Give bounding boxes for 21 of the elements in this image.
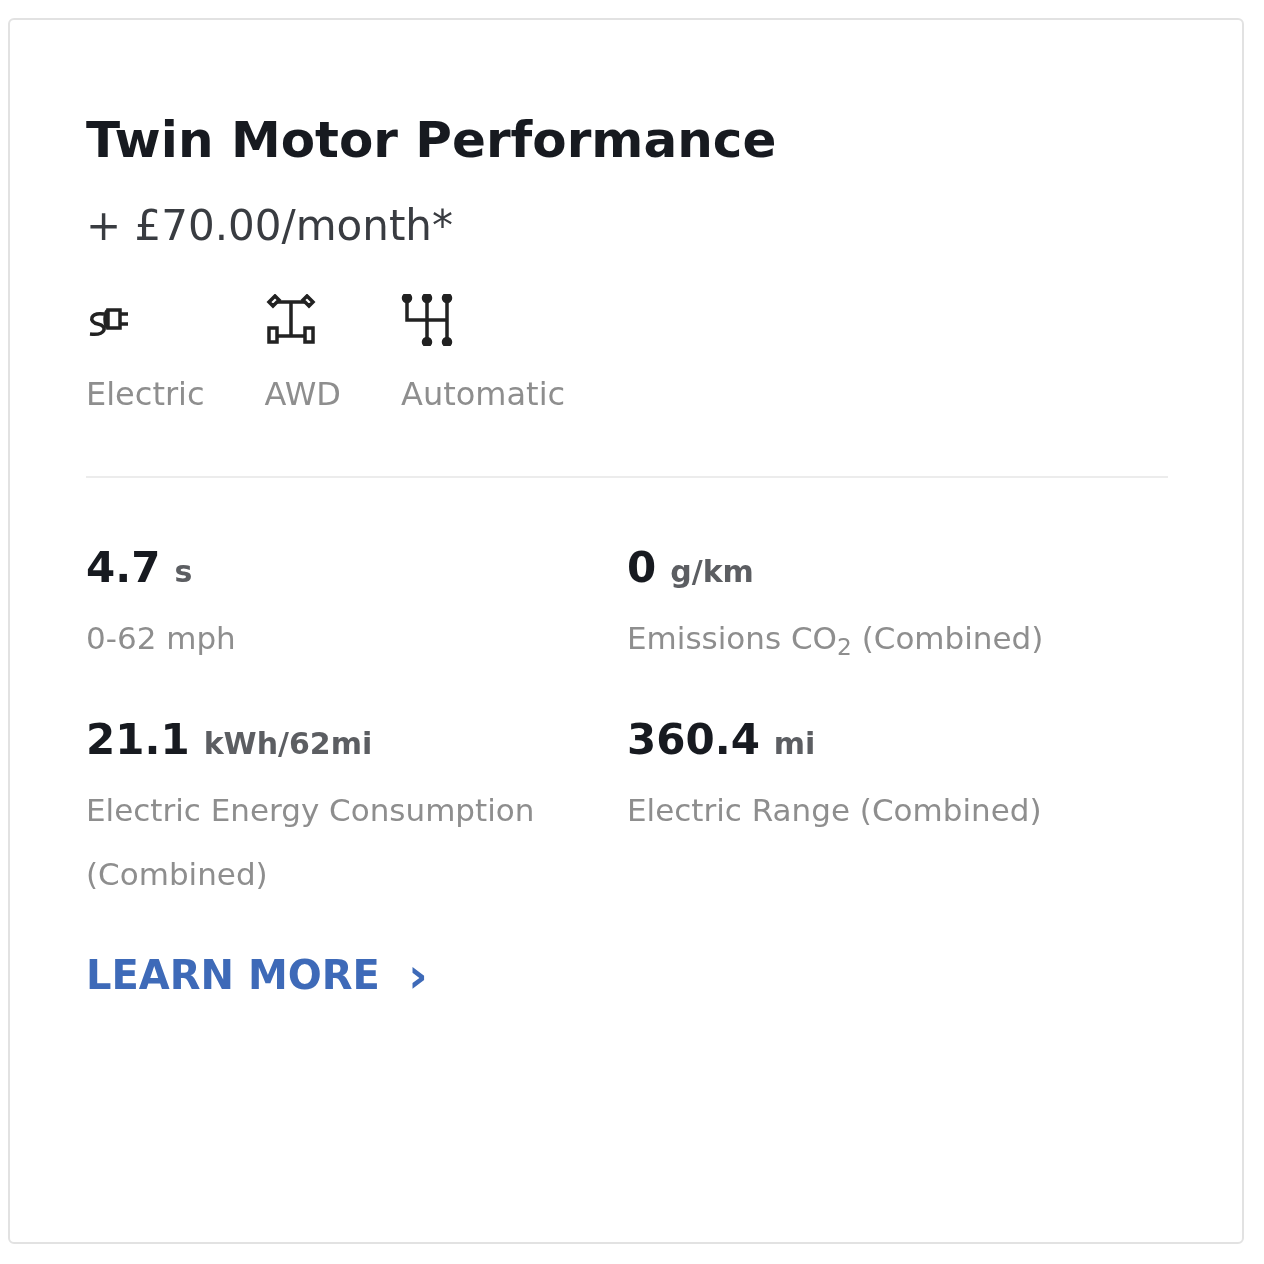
feature-label: AWD <box>264 374 341 414</box>
stat-value: 21.1 <box>86 714 190 766</box>
card-title: Twin Motor Performance <box>86 110 777 170</box>
stat-unit: s <box>174 553 193 591</box>
stat-value: 360.4 <box>627 714 760 766</box>
feature-label: Automatic <box>401 374 566 414</box>
chevron-icon: › <box>407 950 428 1000</box>
stat-label: Electric Energy Consumption (Combined) <box>86 791 536 894</box>
stat-unit: mi <box>773 725 816 763</box>
stat-value: 4.7 <box>86 542 161 594</box>
stat-unit: kWh/62mi <box>203 725 373 763</box>
stat-label: 0-62 mph <box>86 619 237 658</box>
stat-label: Emissions CO$_{2}$ (Combined) <box>627 619 1045 662</box>
learn-more-link[interactable]: LEARN MORE › <box>86 950 428 1000</box>
stat-unit: g/km <box>670 553 754 591</box>
price: + £70.00/month* <box>86 200 453 252</box>
gear-shift-icon <box>401 294 453 346</box>
stat-label: Electric Range (Combined) <box>627 791 1043 830</box>
stat-value: 0 <box>627 542 657 594</box>
drivetrain-icon <box>264 294 317 346</box>
feature-label: Electric <box>86 374 205 414</box>
